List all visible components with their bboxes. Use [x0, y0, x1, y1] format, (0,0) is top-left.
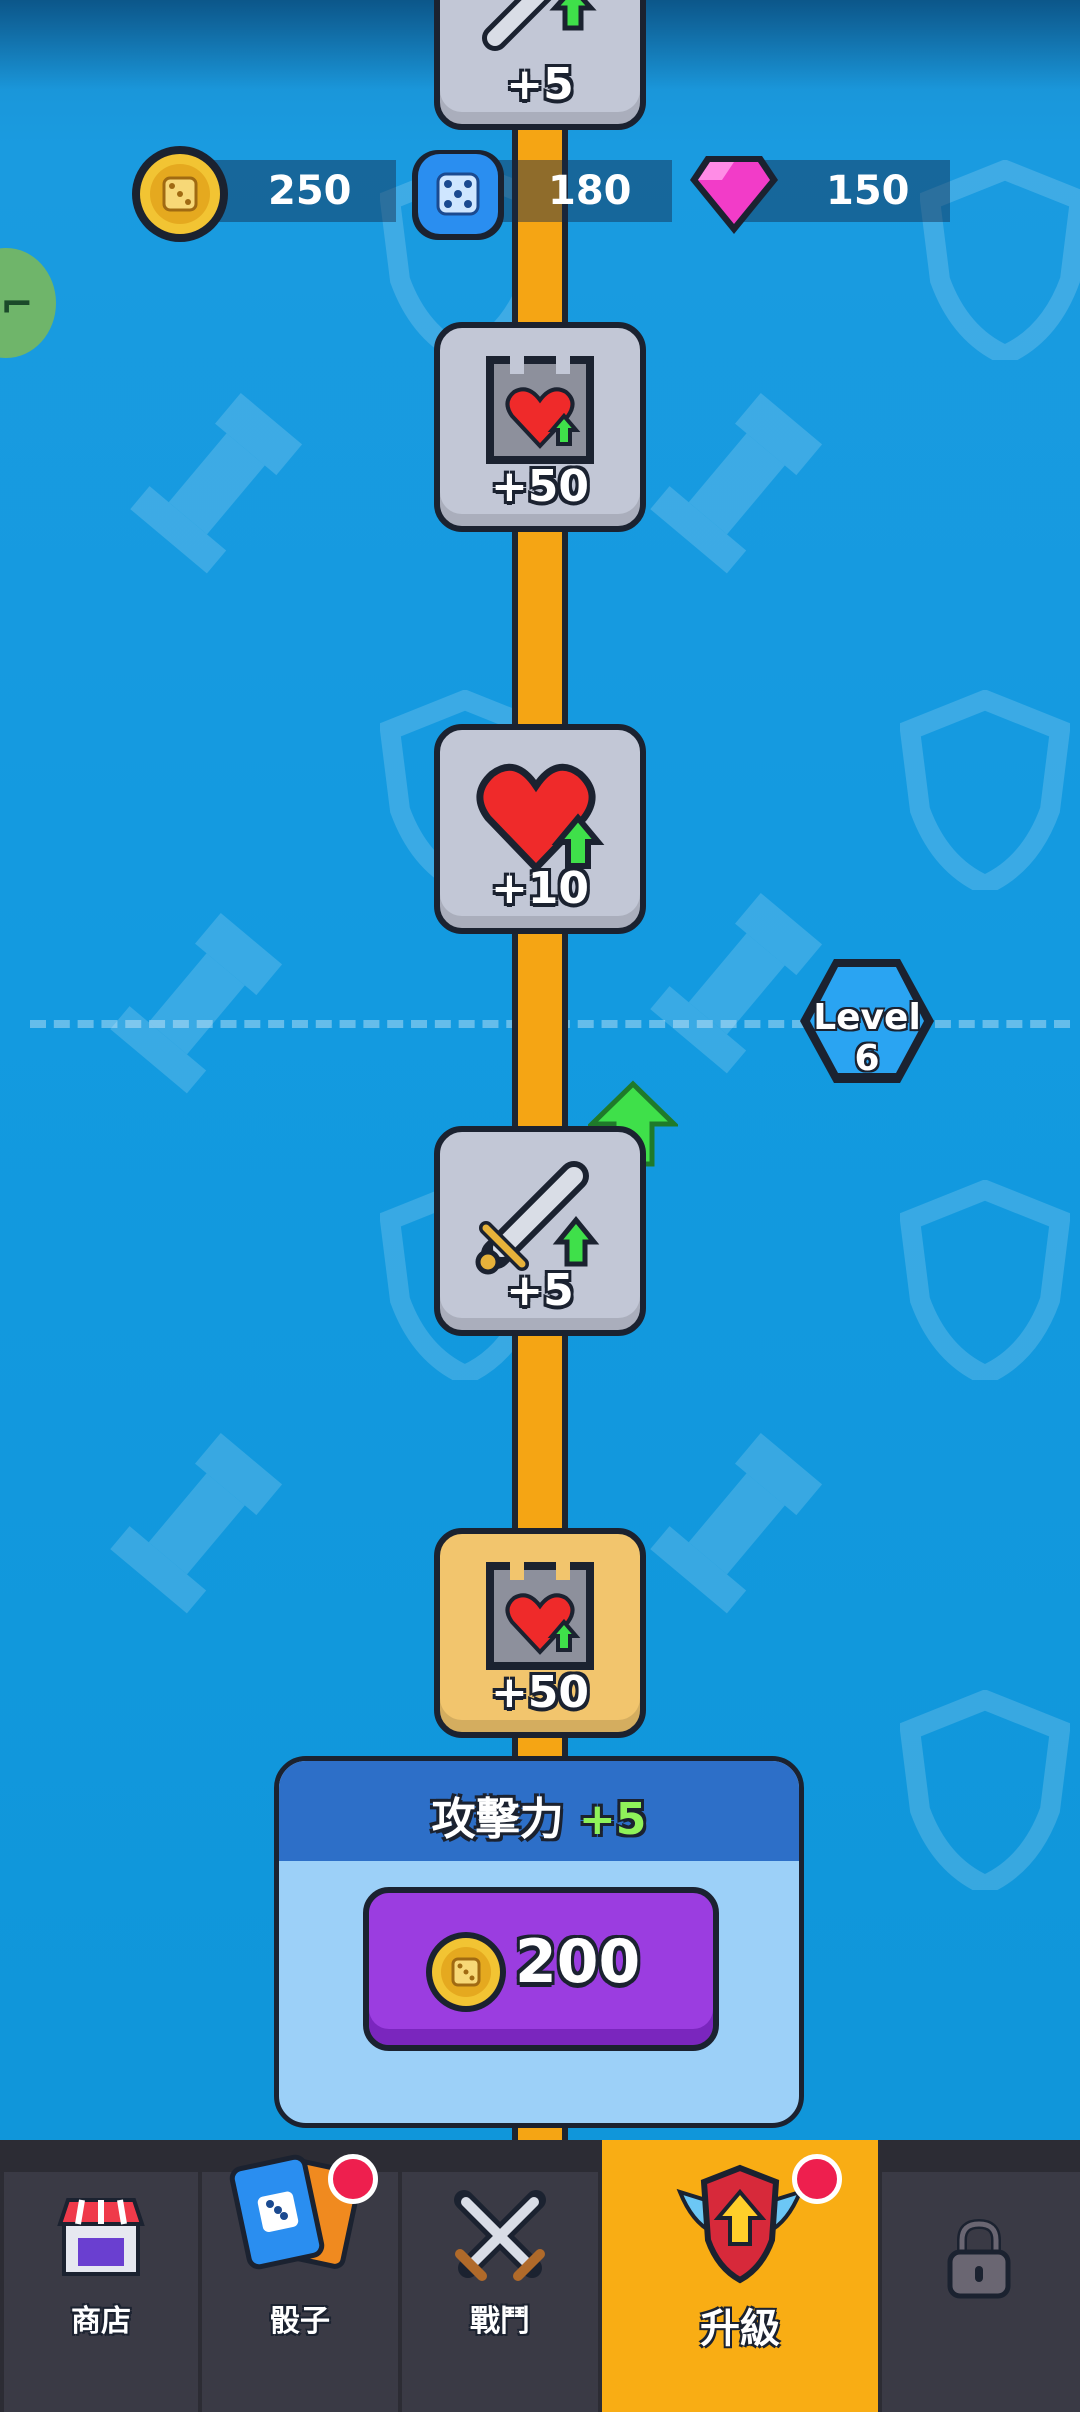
- coin-count: 250: [268, 168, 352, 214]
- upgrade-node[interactable]: +10: [434, 724, 646, 934]
- rook-pattern-icon: [650, 1433, 823, 1614]
- nav-label: 戰鬥: [470, 2304, 530, 2339]
- level-label: Level 6: [813, 997, 921, 1079]
- stat-name: 攻擊力: [431, 1794, 564, 1845]
- tower-heart-icon: [486, 1562, 594, 1670]
- panel-title: 攻擊力 +5: [279, 1783, 799, 1847]
- nav-tab-locked[interactable]: [882, 2172, 1080, 2412]
- dice-notification-badge: [328, 2154, 378, 2204]
- upgrade-node-selected[interactable]: +50: [434, 1528, 646, 1738]
- heart-upgrade-icon: [476, 763, 605, 874]
- stat-bonus: +5: [578, 1794, 647, 1845]
- level-marker: Level 6: [796, 955, 938, 1087]
- upgrade-node[interactable]: +5: [434, 0, 646, 130]
- crossed-swords-icon: [454, 2190, 546, 2281]
- lock-icon: [947, 2218, 1011, 2299]
- nav-tab-battle[interactable]: 戰鬥: [402, 2172, 598, 2412]
- nav-label: 升級: [700, 2306, 780, 2352]
- coin-icon: [132, 146, 228, 242]
- shield-pattern-icon: [900, 690, 1070, 890]
- dice-count: 180: [548, 168, 632, 214]
- sword-upgrade-icon: [482, 0, 597, 51]
- rook-pattern-icon: [110, 913, 283, 1094]
- node-value: +10: [490, 863, 590, 914]
- shield-pattern-icon: [900, 1180, 1070, 1380]
- sword-upgrade-icon: [475, 1161, 600, 1275]
- bottom-nav: 商店 骰子 戰鬥 升級: [0, 2140, 1080, 2412]
- nav-tab-shop[interactable]: 商店: [4, 2172, 198, 2412]
- upgrade-panel: 攻擊力 +5 200: [274, 1756, 804, 2128]
- gem-icon: [690, 156, 778, 234]
- shield-pattern-icon: [900, 1690, 1070, 1890]
- rook-pattern-icon: [130, 393, 303, 574]
- upgrade-notification-badge: [792, 2154, 842, 2204]
- tower-heart-icon: [486, 356, 594, 464]
- nav-label: 商店: [71, 2304, 131, 2339]
- side-menu-icon: ⌐: [0, 282, 34, 328]
- rook-pattern-icon: [110, 1433, 283, 1614]
- shop-icon: [57, 2198, 145, 2276]
- rook-pattern-icon: [650, 393, 823, 574]
- node-value: +50: [490, 461, 590, 512]
- upgrade-node[interactable]: +5: [434, 1126, 646, 1336]
- coin-icon: [426, 1932, 506, 2012]
- upgrade-shield-icon: [676, 2164, 804, 2284]
- nav-label: 骰子: [270, 2304, 330, 2339]
- upgrade-node[interactable]: +50: [434, 322, 646, 532]
- blue-dice-icon: [412, 150, 504, 240]
- node-value: +5: [506, 1265, 574, 1316]
- upgrade-cost: 200: [515, 1927, 641, 1997]
- nav-tab-dice[interactable]: 骰子: [202, 2154, 398, 2412]
- node-value: +50: [490, 1667, 590, 1718]
- node-value: +5: [506, 59, 574, 110]
- gem-count: 150: [826, 168, 910, 214]
- buy-upgrade-button[interactable]: 200: [363, 1887, 719, 2051]
